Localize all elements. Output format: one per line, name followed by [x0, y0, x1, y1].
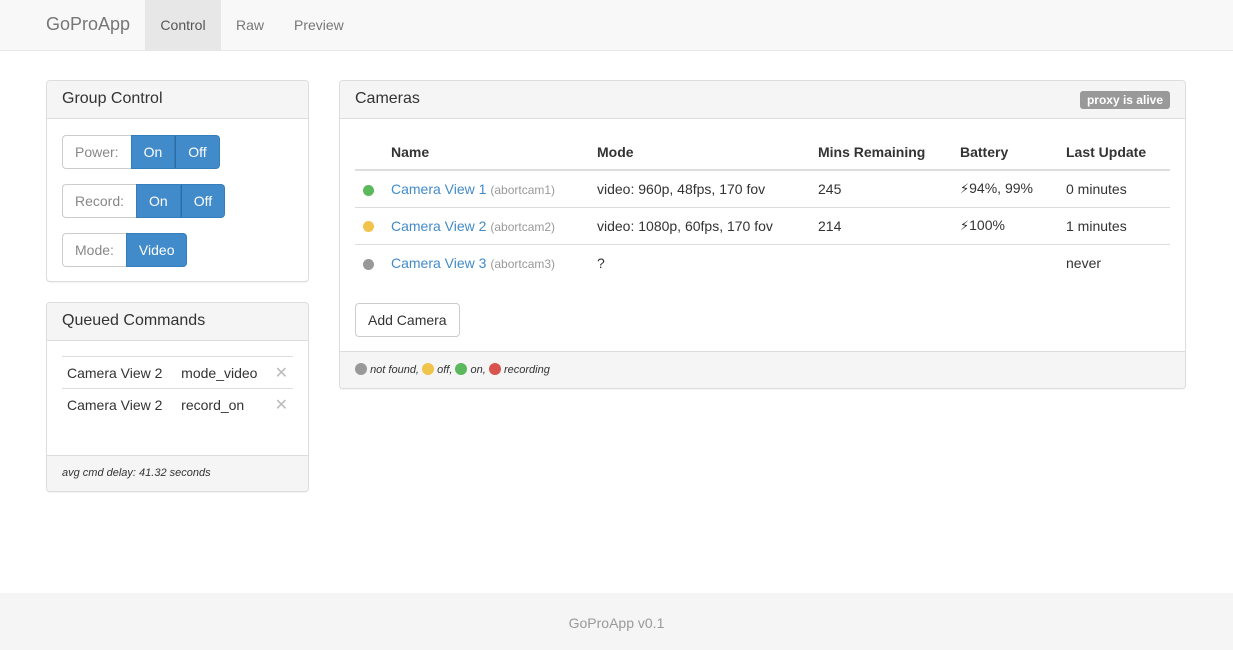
header-last-update: Last Update: [1058, 135, 1170, 171]
camera-id: (abortcam2): [490, 219, 556, 234]
record-off-button[interactable]: Off: [180, 184, 226, 218]
queue-row: Camera View 2 record_on ✕: [62, 388, 293, 421]
camera-mins: 214: [810, 207, 952, 245]
queue-camera: Camera View 2: [62, 388, 177, 421]
navbar: GoProApp Control Raw Preview: [0, 0, 1233, 51]
camera-battery: [952, 244, 1058, 281]
queued-commands-title: Queued Commands: [47, 303, 308, 341]
status-legend: not found, off, on, recording: [340, 351, 1185, 388]
add-camera-button[interactable]: Add Camera: [355, 303, 460, 337]
not-found-dot-icon: [355, 363, 367, 375]
legend-not-found: not found,: [370, 364, 419, 376]
queue-command: mode_video: [176, 356, 270, 389]
table-row: Camera View 3 (abortcam3) ? never: [355, 244, 1170, 281]
camera-mins: 245: [810, 170, 952, 208]
camera-mode: video: 960p, 48fps, 170 fov: [589, 170, 810, 208]
cameras-table: Name Mode Mins Remaining Battery Last Up…: [355, 135, 1170, 281]
camera-last-update: 0 minutes: [1058, 170, 1170, 208]
record-button-group: Record: On Off: [62, 184, 226, 218]
avg-delay-footer: avg cmd delay: 41.32 seconds: [47, 455, 308, 491]
group-control-panel: Group Control Power: On Off Record: On O…: [46, 80, 309, 282]
lightning-icon: ⚡: [960, 218, 970, 233]
proxy-status-badge: proxy is alive: [1079, 91, 1170, 109]
camera-name-link[interactable]: Camera View 1: [391, 181, 486, 197]
table-header-row: Name Mode Mins Remaining Battery Last Up…: [355, 135, 1170, 171]
tab-raw[interactable]: Raw: [221, 0, 279, 50]
camera-mode: video: 1080p, 60fps, 170 fov: [589, 207, 810, 245]
cameras-panel: Cameras proxy is alive Name Mode Mins Re…: [339, 80, 1186, 389]
power-on-button[interactable]: On: [130, 135, 176, 169]
legend-off: off,: [437, 364, 453, 376]
record-label: Record:: [62, 184, 137, 218]
camera-mins: [810, 244, 952, 281]
camera-mode: ?: [597, 254, 605, 271]
brand-logo[interactable]: GoProApp: [46, 14, 130, 35]
status-dot: [363, 184, 374, 196]
tab-preview[interactable]: Preview: [279, 0, 359, 50]
legend-recording: recording: [503, 364, 550, 376]
header-mins: Mins Remaining: [810, 135, 952, 171]
status-dot: [363, 221, 374, 233]
camera-name-link[interactable]: Camera View 2: [391, 218, 486, 234]
camera-last-update: 1 minutes: [1058, 207, 1170, 245]
header-mode: Mode: [589, 135, 810, 171]
tab-control[interactable]: Control: [145, 0, 221, 50]
camera-battery: 100%: [969, 217, 1005, 233]
table-row: Camera View 1 (abortcam1) video: 960p, 4…: [355, 170, 1170, 208]
mode-button-group: Mode: Video: [62, 233, 188, 267]
camera-name-link[interactable]: Camera View 3: [391, 255, 486, 271]
status-dot: [363, 258, 374, 270]
camera-last-update: never: [1066, 254, 1102, 271]
legend-on: on,: [470, 364, 486, 376]
recording-dot-icon: [488, 363, 501, 375]
queued-commands-panel: Queued Commands Camera View 2 mode_video…: [46, 302, 309, 492]
header-battery: Battery: [952, 135, 1058, 171]
mode-label: Mode:: [62, 233, 126, 267]
mode-video-button[interactable]: Video: [125, 233, 188, 267]
record-on-button[interactable]: On: [136, 184, 181, 218]
queue-row: Camera View 2 mode_video ✕: [62, 356, 293, 389]
cameras-title: Cameras: [340, 81, 1185, 119]
power-off-button[interactable]: Off: [175, 135, 220, 169]
group-control-title: Group Control: [47, 81, 308, 119]
close-icon[interactable]: ✕: [269, 388, 293, 421]
page-footer: GoProApp v0.1: [0, 593, 1233, 650]
queue-camera: Camera View 2: [62, 356, 177, 389]
header-name: Name: [383, 135, 589, 171]
power-button-group: Power: On Off: [62, 135, 220, 169]
lightning-icon: ⚡: [960, 181, 970, 197]
table-row: Camera View 2 (abortcam2) video: 1080p, …: [355, 207, 1170, 245]
camera-battery: 94%, 99%: [969, 180, 1033, 197]
status-header: [355, 135, 383, 171]
close-icon[interactable]: ✕: [269, 356, 293, 389]
queued-commands-table: Camera View 2 mode_video ✕ Camera View 2…: [62, 356, 293, 421]
off-dot-icon: [422, 363, 435, 375]
power-label: Power:: [62, 135, 131, 169]
queue-command: record_on: [176, 388, 270, 421]
camera-id: (abortcam3): [490, 256, 556, 271]
on-dot-icon: [455, 363, 468, 375]
camera-id: (abortcam1): [490, 182, 556, 197]
